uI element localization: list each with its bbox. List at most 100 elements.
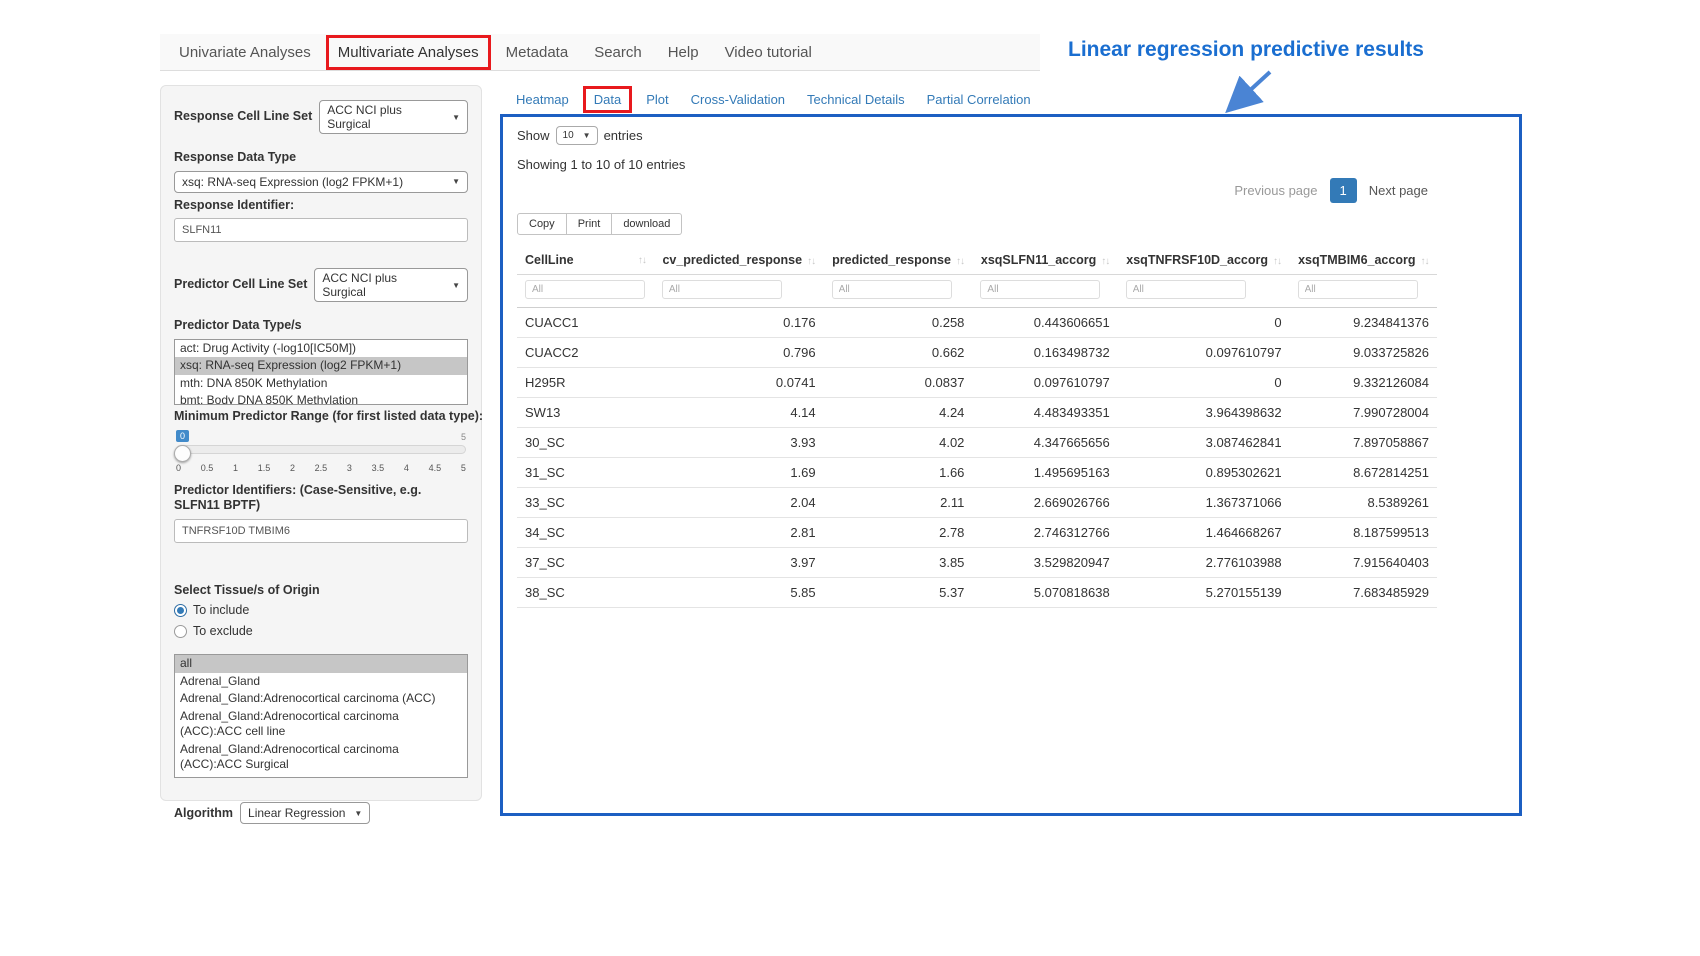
filter-cell [654,275,824,308]
predictor-data-type-list[interactable]: act: Drug Activity (-log10[IC50M])xsq: R… [174,339,468,405]
cell-value: 4.24 [824,398,973,428]
response-identifier-label: Response Identifier: [174,198,468,214]
column-header-xsqtnfrsf10d-accorg[interactable]: xsqTNFRSF10D_accorg↑↓ [1118,245,1290,275]
cell-value: 2.669026766 [972,488,1117,518]
column-header-cellline[interactable]: CellLine↑↓ [517,245,654,275]
response-cell-line-set-label: Response Cell Line Set [174,109,312,125]
sort-arrows-icon: ↑↓ [1101,256,1109,267]
cell-value: 0.163498732 [972,338,1117,368]
response-data-type-value: xsq: RNA-seq Expression (log2 FPKM+1) [182,175,403,189]
table-head: CellLine↑↓cv_predicted_response↑↓predict… [517,245,1437,308]
option-all[interactable]: all [175,655,467,673]
column-header-xsqslfn11-accorg[interactable]: xsqSLFN11_accorg↑↓ [972,245,1117,275]
radio-to-exclude[interactable]: To exclude [174,624,468,638]
cell-line-name: CUACC2 [517,338,654,368]
option-mth-dna-850k-methylation[interactable]: mth: DNA 850K Methylation [175,375,467,393]
tab-cross-validation[interactable]: Cross-Validation [680,87,796,112]
tab-heatmap[interactable]: Heatmap [505,87,580,112]
column-label: xsqTNFRSF10D_accorg [1126,253,1268,267]
slider-tick-label: 0 [176,463,181,473]
show-entries-control: Show 10 ▼ entries [517,126,1505,145]
slider-tick-label: 5 [461,463,466,473]
nav-item-help[interactable]: Help [655,39,712,66]
option-adrenal-gland-adrenocortical-carcinoma-acc[interactable]: Adrenal_Gland:Adrenocortical carcinoma (… [175,690,467,708]
column-header-cv-predicted-response[interactable]: cv_predicted_response↑↓ [654,245,824,275]
response-cell-line-set-select[interactable]: ACC NCI plus Surgical ▼ [319,100,468,134]
tab-data[interactable]: Data [583,86,632,113]
tab-partial-correlation[interactable]: Partial Correlation [916,87,1042,112]
tab-technical-details[interactable]: Technical Details [796,87,916,112]
option-adrenal-gland[interactable]: Adrenal_Gland [175,673,467,691]
table-row: 31_SC1.691.661.4956951630.8953026218.672… [517,458,1437,488]
response-cell-line-set-field: Response Cell Line Set ACC NCI plus Surg… [174,100,468,134]
option-adrenal-gland-adrenocortical-carcinoma-acc-acc-cell-line[interactable]: Adrenal_Gland:Adrenocortical carcinoma (… [175,708,467,741]
radio-to-include[interactable]: To include [174,603,468,617]
nav-item-search[interactable]: Search [581,39,655,66]
cell-value: 4.483493351 [972,398,1117,428]
response-data-type-select[interactable]: xsq: RNA-seq Expression (log2 FPKM+1) ▼ [174,171,468,193]
nav-item-multivariate-analyses[interactable]: Multivariate Analyses [326,35,491,70]
export-buttons: CopyPrintdownload [517,213,682,235]
print-button[interactable]: Print [567,213,613,235]
cell-value: 1.464668267 [1118,518,1290,548]
filter-input-xsqtmbim6-accorg[interactable] [1298,280,1418,299]
tissue-list[interactable]: allAdrenal_GlandAdrenal_Gland:Adrenocort… [174,654,468,778]
annotation-text: Linear regression predictive results [1068,38,1424,62]
filter-input-cv-predicted-response[interactable] [662,280,782,299]
nav-item-univariate-analyses[interactable]: Univariate Analyses [166,39,324,66]
cell-line-name: 38_SC [517,578,654,608]
algorithm-field: Algorithm Linear Regression ▼ [174,802,468,824]
response-identifier-input[interactable] [174,218,468,242]
slider-handle[interactable] [174,445,191,462]
entries-select[interactable]: 10 ▼ [556,126,598,145]
table-row: CUACC20.7960.6620.1634987320.0976107979.… [517,338,1437,368]
results-table: CellLine↑↓cv_predicted_response↑↓predict… [517,245,1437,608]
cell-value: 0.176 [654,308,824,338]
cell-value: 0.097610797 [1118,338,1290,368]
filter-input-predicted-response[interactable] [832,280,952,299]
entries-value: 10 [563,130,574,141]
slider-tick-label: 3.5 [372,463,385,473]
sort-arrows-icon: ↑↓ [956,256,964,267]
filter-input-xsqslfn11-accorg[interactable] [980,280,1100,299]
option-adrenal-gland-adrenocortical-carcinoma-acc-acc-surgical[interactable]: Adrenal_Gland:Adrenocortical carcinoma (… [175,741,467,774]
filter-input-cellline[interactable] [525,280,645,299]
slider-tick-label: 2.5 [315,463,328,473]
pagination: Previous page 1 Next page [517,178,1437,203]
min-predictor-range-slider[interactable]: 0 5 00.511.522.533.544.55 [176,430,466,473]
download-button[interactable]: download [612,213,682,235]
algorithm-select[interactable]: Linear Regression ▼ [240,802,370,824]
slider-tick-label: 3 [347,463,352,473]
page-number-button[interactable]: 1 [1330,178,1357,203]
cell-line-name: CUACC1 [517,308,654,338]
nav-item-metadata[interactable]: Metadata [493,39,582,66]
cell-value: 3.087462841 [1118,428,1290,458]
next-page-button[interactable]: Next page [1360,178,1437,203]
cell-value: 0.258 [824,308,973,338]
predictor-cell-line-set-value: ACC NCI plus Surgical [322,271,443,299]
copy-button[interactable]: Copy [517,213,567,235]
showing-entries-text: Showing 1 to 10 of 10 entries [517,157,1505,172]
cell-value: 5.270155139 [1118,578,1290,608]
cell-value: 8.187599513 [1290,518,1437,548]
slider-track[interactable] [176,445,466,454]
predictor-identifiers-input[interactable] [174,519,468,543]
option-bmt-body-dna-850k-methylation[interactable]: bmt: Body DNA 850K Methylation [175,392,467,405]
column-header-predicted-response[interactable]: predicted_response↑↓ [824,245,973,275]
predictor-cell-line-set-select[interactable]: ACC NCI plus Surgical ▼ [314,268,468,302]
table-row: 30_SC3.934.024.3476656563.0874628417.897… [517,428,1437,458]
cell-value: 7.915640403 [1290,548,1437,578]
nav-item-video-tutorial[interactable]: Video tutorial [712,39,825,66]
show-label: Show [517,128,550,143]
tab-plot[interactable]: Plot [635,87,679,112]
table-row: H295R0.07410.08370.09761079709.332126084 [517,368,1437,398]
cell-line-name: SW13 [517,398,654,428]
previous-page-button[interactable]: Previous page [1225,178,1326,203]
cell-line-name: 30_SC [517,428,654,458]
filter-input-xsqtnfrsf10d-accorg[interactable] [1126,280,1246,299]
option-xsq-rna-seq-expression-log2-fpkm-1[interactable]: xsq: RNA-seq Expression (log2 FPKM+1) [175,357,467,375]
table-row: 38_SC5.855.375.0708186385.2701551397.683… [517,578,1437,608]
option-act-drug-activity-log10-ic50m[interactable]: act: Drug Activity (-log10[IC50M]) [175,340,467,358]
cell-line-name: H295R [517,368,654,398]
column-header-xsqtmbim6-accorg[interactable]: xsqTMBIM6_accorg↑↓ [1290,245,1437,275]
